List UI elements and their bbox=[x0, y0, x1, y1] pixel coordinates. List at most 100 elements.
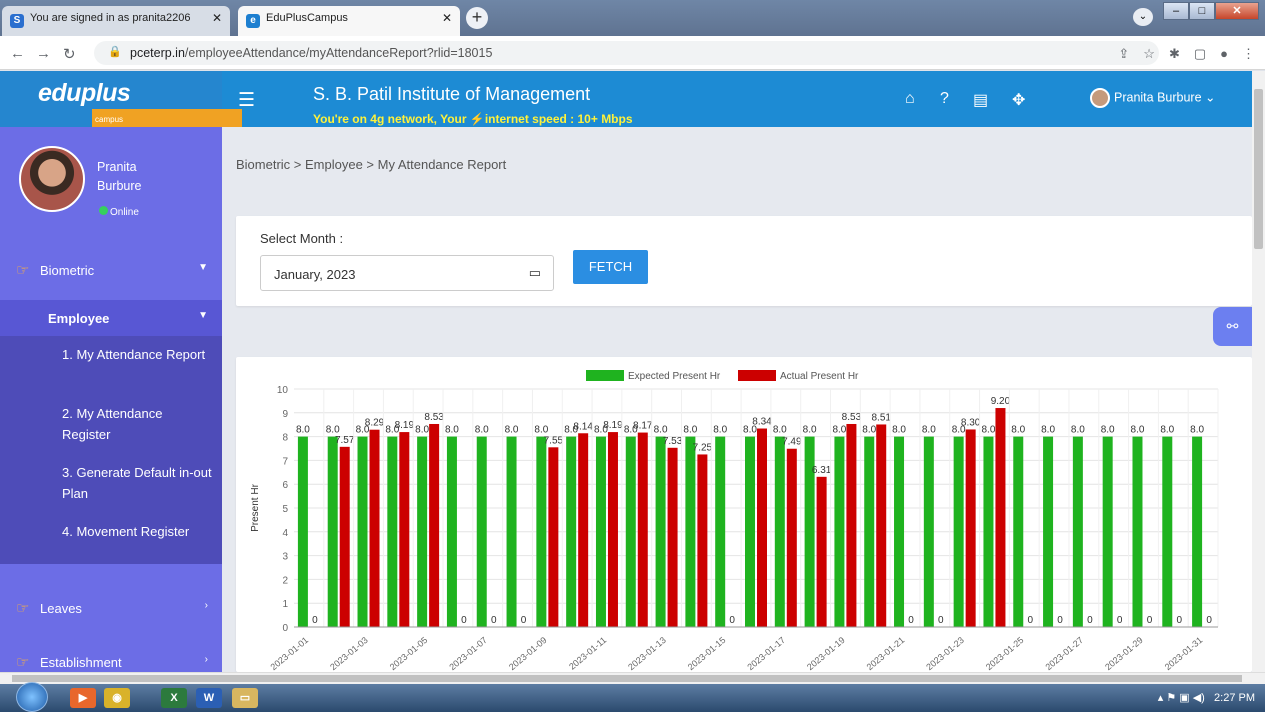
expected-data-label: 8.0 bbox=[892, 425, 906, 436]
actual-data-label: 0 bbox=[1057, 615, 1063, 626]
institute-name: S. B. Patil Institute of Management bbox=[313, 84, 591, 104]
actual-data-label: 0 bbox=[908, 615, 914, 626]
media-app-icon[interactable]: ▶ bbox=[70, 688, 96, 708]
expected-data-label: 8.0 bbox=[981, 425, 995, 436]
sidebar-item-my-attendance-report[interactable]: 1. My Attendance Report bbox=[62, 344, 212, 365]
actual-bar bbox=[637, 432, 648, 627]
reload-icon[interactable]: ↻ bbox=[63, 45, 76, 63]
hamburger-menu-icon[interactable]: ☰ bbox=[238, 89, 255, 112]
y-tick-label: 8 bbox=[282, 433, 288, 444]
actual-bar bbox=[339, 446, 350, 627]
expected-bar bbox=[1102, 436, 1113, 627]
actual-data-label: 8.53 bbox=[842, 412, 862, 423]
calendar-icon[interactable]: ▭ bbox=[529, 265, 541, 281]
expected-data-label: 8.0 bbox=[1190, 425, 1204, 436]
tab-label: EduPlusCampus bbox=[266, 12, 348, 24]
user-avatar bbox=[1090, 88, 1110, 108]
x-tick-label: 2023-01-15 bbox=[686, 635, 728, 672]
scroll-thumb[interactable] bbox=[1254, 89, 1263, 249]
folder-icon[interactable]: ▭ bbox=[232, 688, 258, 708]
browser-tab-signed-in[interactable]: S You are signed in as pranita2206 ✕ bbox=[2, 6, 230, 36]
user-menu[interactable]: Pranita Burbure ⌄ bbox=[1090, 88, 1216, 108]
expected-bar bbox=[745, 436, 755, 627]
minimize-button[interactable]: – bbox=[1163, 2, 1189, 20]
expected-bar bbox=[923, 436, 934, 627]
excel-icon[interactable]: X bbox=[161, 688, 187, 708]
month-input[interactable]: January, 2023 ▭ bbox=[260, 255, 554, 291]
sidebar-item-biometric[interactable]: ☞ Biometric ▼ bbox=[0, 256, 222, 284]
share-icon[interactable]: ⇪ bbox=[1118, 46, 1129, 62]
expected-data-label: 8.0 bbox=[415, 425, 429, 436]
close-tab-icon[interactable]: ✕ bbox=[442, 11, 452, 25]
expected-data-label: 8.0 bbox=[713, 425, 727, 436]
y-axis-label: Present Hr bbox=[250, 483, 261, 531]
actual-data-label: 0 bbox=[1087, 615, 1093, 626]
fullscreen-icon[interactable]: ✥ bbox=[1012, 90, 1025, 110]
link-icon[interactable]: ⚯ bbox=[1213, 307, 1252, 346]
y-tick-label: 7 bbox=[282, 456, 288, 467]
new-tab-button[interactable]: + bbox=[466, 7, 488, 29]
actual-data-label: 7.49 bbox=[782, 437, 802, 448]
close-window-button[interactable]: ✕ bbox=[1215, 2, 1259, 20]
legend-swatch-expected bbox=[586, 370, 624, 381]
x-tick-label: 2023-01-27 bbox=[1043, 635, 1085, 672]
sidebar-item-my-attendance-register[interactable]: 2. My Attendance Register bbox=[62, 403, 212, 445]
extensions-icon[interactable]: ✱ bbox=[1169, 46, 1180, 62]
sidebar-item-label: Employee bbox=[48, 311, 110, 326]
x-tick-label: 2023-01-09 bbox=[507, 635, 549, 672]
url-field[interactable]: 🔒 pceterp.in/employeeAttendance/myAttend… bbox=[94, 41, 1159, 65]
logo[interactable]: eduplus campus bbox=[0, 71, 242, 130]
x-tick-label: 2023-01-07 bbox=[447, 635, 489, 672]
vertical-scrollbar[interactable] bbox=[1252, 71, 1265, 672]
profile-icon[interactable]: ● bbox=[1220, 46, 1228, 62]
expected-data-label: 8.0 bbox=[832, 425, 846, 436]
s-favicon-icon: S bbox=[10, 14, 24, 28]
close-tab-icon[interactable]: ✕ bbox=[212, 11, 222, 25]
scroll-thumb[interactable] bbox=[12, 675, 1242, 682]
expected-data-label: 8.0 bbox=[1131, 425, 1145, 436]
actual-data-label: 0 bbox=[729, 615, 735, 626]
menu-dots-icon[interactable]: ⋮ bbox=[1242, 46, 1255, 62]
help-icon[interactable]: ? bbox=[940, 90, 949, 108]
maximize-button[interactable]: □ bbox=[1189, 2, 1215, 20]
back-arrow-icon[interactable]: ← bbox=[10, 45, 25, 62]
fetch-button[interactable]: FETCH bbox=[573, 250, 648, 284]
start-button[interactable] bbox=[16, 682, 48, 712]
expected-bar bbox=[953, 436, 964, 627]
actual-data-label: 0 bbox=[1177, 615, 1183, 626]
sidebar-item-movement-register[interactable]: 4. Movement Register bbox=[62, 521, 212, 542]
x-tick-label: 2023-01-31 bbox=[1163, 635, 1205, 672]
tab-search-icon[interactable]: ⌄ bbox=[1133, 8, 1153, 26]
y-tick-label: 4 bbox=[282, 528, 288, 539]
x-tick-label: 2023-01-13 bbox=[626, 635, 668, 672]
actual-bar bbox=[607, 432, 618, 627]
taskbar bbox=[0, 684, 1265, 712]
attendance-chart: 0 1 2 3 4 5 6 7 8 9 10 Present Hr Expected Present H… bbox=[250, 370, 1219, 672]
url-domain: pceterp.in bbox=[130, 46, 185, 60]
pointing-hand-icon: ☞ bbox=[16, 262, 30, 279]
actual-data-label: 0 bbox=[1027, 615, 1033, 626]
sidebar-item-leaves[interactable]: ☞ Leaves › bbox=[0, 594, 222, 622]
forward-arrow-icon[interactable]: → bbox=[36, 45, 51, 62]
word-icon[interactable]: W bbox=[196, 688, 222, 708]
home-icon[interactable]: ⌂ bbox=[905, 90, 915, 108]
browser-tab-eduplus[interactable]: e EduPlusCampus ✕ bbox=[238, 6, 460, 36]
clock[interactable]: 2:27 PM bbox=[1214, 692, 1255, 704]
side-panel-icon[interactable]: ▢ bbox=[1194, 46, 1206, 62]
chevron-down-icon: ▼ bbox=[198, 262, 208, 273]
sidebar-item-label: Biometric bbox=[40, 263, 95, 278]
chevron-right-icon: › bbox=[204, 600, 208, 611]
horizontal-scrollbar[interactable] bbox=[0, 672, 1265, 684]
legend-label-actual: Actual Present Hr bbox=[780, 371, 859, 382]
actual-data-label: 8.51 bbox=[871, 412, 891, 423]
chrome-icon[interactable]: ◉ bbox=[104, 688, 130, 708]
actual-data-label: 0 bbox=[938, 615, 944, 626]
expected-bar bbox=[1132, 436, 1143, 627]
sidebar-item-employee[interactable]: Employee ▼ bbox=[0, 300, 222, 336]
chevron-down-icon: ▼ bbox=[198, 310, 208, 321]
helpdesk-icon[interactable]: ▤ bbox=[973, 90, 988, 110]
bookmark-star-icon[interactable]: ☆ bbox=[1143, 46, 1155, 62]
sidebar-item-default-inout-plan[interactable]: 3. Generate Default in-out Plan bbox=[62, 462, 212, 504]
expected-data-label: 8.0 bbox=[922, 425, 936, 436]
expected-bar bbox=[1162, 436, 1173, 627]
